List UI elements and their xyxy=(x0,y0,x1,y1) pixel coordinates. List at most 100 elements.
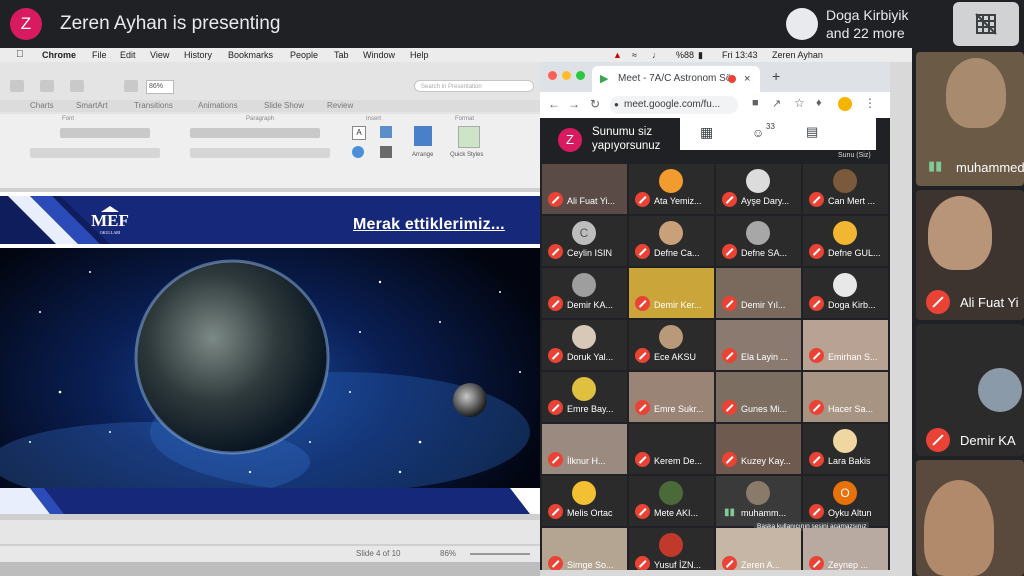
tab-review[interactable]: Review xyxy=(327,100,353,112)
extensions-icon[interactable]: ♦ xyxy=(816,97,822,109)
volume-icon[interactable]: ♩ xyxy=(652,48,661,62)
participant-tile[interactable]: ▮▮ muhamm... xyxy=(716,476,801,526)
ppt-ribbon-tabs: Charts SmartArt Transitions Animations S… xyxy=(0,100,540,112)
back-icon[interactable]: ← xyxy=(548,97,560,111)
participant-tile[interactable]: Demir Ker... xyxy=(629,268,714,318)
people-icon[interactable]: ☺ xyxy=(752,126,764,140)
arrange-icon[interactable] xyxy=(414,126,432,146)
reload-icon[interactable]: ↻ xyxy=(590,97,600,111)
meet-top-bar: Z Zeren Ayhan is presenting Doga Kirbiyi… xyxy=(0,0,1024,48)
star-icon[interactable]: ☆ xyxy=(794,96,805,110)
url-bar[interactable]: ● meet.google.com/fu... xyxy=(610,96,738,114)
shapes-icon[interactable] xyxy=(352,146,364,158)
tab-charts[interactable]: Charts xyxy=(30,100,54,112)
participant-tile[interactable]: Kuzey Kay... xyxy=(716,424,801,474)
participant-tile[interactable]: Defne Ca... xyxy=(629,216,714,266)
quick-styles-icon[interactable] xyxy=(458,126,480,148)
participant-name: Zeynep ... xyxy=(828,560,869,570)
share-icon[interactable]: ↗ xyxy=(772,97,781,110)
menu-item[interactable]: Help xyxy=(410,48,429,62)
menu-item[interactable]: Window xyxy=(363,48,395,62)
participant-tile[interactable]: Ela Layin ... xyxy=(716,320,801,370)
participant-tile[interactable]: Doga Kirb... xyxy=(803,268,888,318)
close-tab-icon[interactable]: × xyxy=(744,66,750,92)
font-name-select[interactable] xyxy=(60,128,150,138)
paragraph-controls[interactable] xyxy=(190,128,320,138)
menu-item[interactable]: View xyxy=(150,48,169,62)
picture-icon[interactable] xyxy=(380,126,392,138)
participant-tile[interactable]: Demir KA... xyxy=(542,268,627,318)
media-icon[interactable] xyxy=(380,146,392,158)
search-input[interactable]: Search in Presentation xyxy=(414,80,534,92)
participant-tile[interactable]: Ali Fuat Yi xyxy=(916,190,1024,320)
print-icon[interactable] xyxy=(124,80,138,92)
participant-tile[interactable]: Doruk Yal... xyxy=(542,320,627,370)
menubar-user[interactable]: Zeren Ayhan xyxy=(772,48,823,62)
participant-tile[interactable]: C Ceylin ISIN xyxy=(542,216,627,266)
participant-tile[interactable]: Defne SA... xyxy=(716,216,801,266)
zoom-slider[interactable] xyxy=(470,553,530,555)
menu-item[interactable]: File xyxy=(92,48,107,62)
wifi-icon[interactable]: ≈ xyxy=(632,48,637,62)
participant-tile[interactable]: Ece AKSU xyxy=(629,320,714,370)
menu-item[interactable]: People xyxy=(290,48,318,62)
participant-tile[interactable]: Melis Ortac xyxy=(542,476,627,526)
participant-tile[interactable]: Zeren A... xyxy=(716,528,801,570)
camera-icon[interactable]: ■ xyxy=(752,97,759,109)
alignment-controls[interactable] xyxy=(190,148,330,158)
tab-transitions[interactable]: Transitions xyxy=(134,100,173,112)
participant-tile[interactable]: Emre Bay... xyxy=(542,372,627,422)
tab-slide-show[interactable]: Slide Show xyxy=(264,100,304,112)
menu-item[interactable]: Bookmarks xyxy=(228,48,273,62)
tab-animations[interactable]: Animations xyxy=(198,100,238,112)
text-box-icon[interactable]: A xyxy=(352,126,366,140)
close-window-button[interactable] xyxy=(548,71,557,80)
menu-item[interactable]: Chrome xyxy=(42,48,76,62)
shield-icon[interactable]: ▲ xyxy=(613,48,622,62)
participant-tile[interactable]: Demir KA xyxy=(916,324,1024,456)
participant-tile[interactable]: İlknur H... xyxy=(542,424,627,474)
participant-tile[interactable] xyxy=(916,460,1024,576)
notes-pane[interactable] xyxy=(0,520,540,544)
participant-tile[interactable]: Emirhan S... xyxy=(803,320,888,370)
participant-tile[interactable]: Yusuf İZN... xyxy=(629,528,714,570)
participant-tile[interactable]: O Oyku Altun xyxy=(803,476,888,526)
chat-icon[interactable]: ▤ xyxy=(806,124,818,140)
participant-tile[interactable]: Can Mert ... xyxy=(803,164,888,214)
forward-icon[interactable]: → xyxy=(568,97,580,111)
participant-tile[interactable]: ▮▮ muhammed xyxy=(916,52,1024,186)
ribbon-group-font: Font xyxy=(62,116,75,122)
font-format-controls[interactable] xyxy=(30,148,160,158)
open-icon[interactable] xyxy=(40,80,54,92)
participant-tile[interactable]: Ayşe Dary... xyxy=(716,164,801,214)
participant-tile[interactable]: Gunes Mi... xyxy=(716,372,801,422)
browser-tab[interactable]: ▶ Meet - 7A/C Astronom Sö × xyxy=(592,66,760,92)
apple-icon[interactable]:  xyxy=(16,48,24,62)
participant-tile[interactable]: Ata Yemiz... xyxy=(629,164,714,214)
participant-tile[interactable]: Simge So... xyxy=(542,528,627,570)
minimize-window-button[interactable] xyxy=(562,71,571,80)
participant-tile[interactable]: Demir Yıl... xyxy=(716,268,801,318)
menu-item[interactable]: Tab xyxy=(334,48,349,62)
layout-grid-button[interactable] xyxy=(953,2,1019,46)
participant-tile[interactable]: Hacer Sa... xyxy=(803,372,888,422)
grid-view-icon[interactable]: ▦ xyxy=(700,124,713,141)
save-icon[interactable] xyxy=(70,80,84,92)
tab-smartart[interactable]: SmartArt xyxy=(76,100,108,112)
participant-tile[interactable]: Zeynep ... xyxy=(803,528,888,570)
participant-tile[interactable]: Kerem De... xyxy=(629,424,714,474)
participant-tile[interactable]: Ali Fuat Yi... xyxy=(542,164,627,214)
zoom-select[interactable]: 86% xyxy=(146,80,174,94)
participant-tile[interactable]: Emre Sukr... xyxy=(629,372,714,422)
profile-avatar[interactable] xyxy=(838,97,852,111)
menu-dots-icon[interactable]: ⋮ xyxy=(864,96,876,110)
new-tab-icon[interactable]: + xyxy=(772,68,780,84)
new-icon[interactable] xyxy=(10,80,24,92)
participant-tile[interactable]: Defne GUL... xyxy=(803,216,888,266)
menu-item[interactable]: History xyxy=(184,48,212,62)
maximize-window-button[interactable] xyxy=(576,71,585,80)
menu-item[interactable]: Edit xyxy=(120,48,136,62)
participant-tile[interactable]: Lara Bakis xyxy=(803,424,888,474)
logo-text: MEF xyxy=(91,211,129,230)
participant-tile[interactable]: Mete AKI... xyxy=(629,476,714,526)
